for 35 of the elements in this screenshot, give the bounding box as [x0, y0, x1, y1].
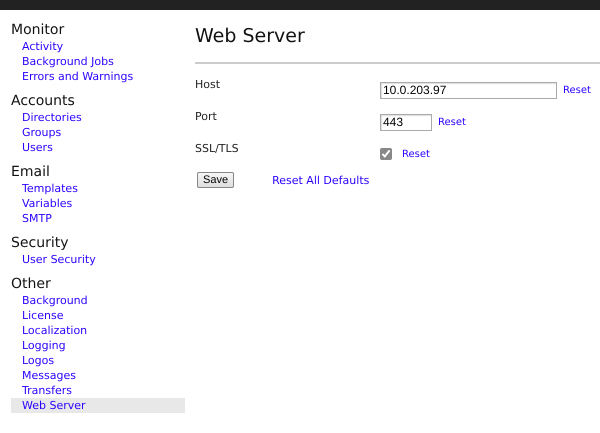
sidebar-item[interactable]: Logos [11, 353, 185, 368]
sidebar-item[interactable]: Groups [11, 125, 185, 140]
sidebar-heading: Monitor [11, 21, 66, 39]
reset-all-link[interactable]: Reset All Defaults [272, 174, 370, 186]
sidebar-item[interactable]: User Security [11, 252, 185, 267]
sidebar-heading: Security [11, 234, 70, 252]
sidebar-item[interactable]: Activity [11, 39, 185, 54]
field-label: SSL/TLS [195, 141, 240, 155]
field-label: Host [195, 77, 222, 91]
sidebar-heading: Email [11, 163, 51, 181]
sidebar-item[interactable]: Templates [11, 181, 185, 196]
sidebar-item[interactable]: Background Jobs [11, 54, 185, 69]
reset-link[interactable]: Reset [563, 84, 591, 96]
sidebar-item[interactable]: Messages [11, 368, 185, 383]
input-field[interactable]: 10.0.203.97 [380, 82, 557, 98]
reset-link[interactable]: Reset [402, 148, 430, 160]
sidebar-heading: Accounts [11, 92, 76, 110]
page-title: Web Server [195, 24, 306, 48]
checkbox[interactable] [380, 148, 392, 160]
sidebar-item[interactable]: Localization [11, 323, 185, 338]
sidebar-item[interactable]: Users [11, 140, 185, 155]
sidebar-item[interactable]: Transfers [11, 383, 185, 398]
sidebar-item[interactable]: Directories [11, 110, 185, 125]
sidebar-item[interactable]: Background [11, 293, 185, 308]
sidebar-item[interactable]: Web Server [11, 398, 185, 413]
sidebar-item[interactable]: Variables [11, 196, 185, 211]
sidebar-item[interactable]: Logging [11, 338, 185, 353]
field-label: Port [195, 109, 218, 123]
input-field[interactable]: 443 [380, 114, 432, 130]
sidebar-item[interactable]: Errors and Warnings [11, 69, 185, 84]
reset-link[interactable]: Reset [438, 116, 466, 128]
sidebar-item[interactable]: License [11, 308, 185, 323]
sidebar-heading: Other [11, 275, 52, 293]
sidebar-item[interactable]: SMTP [11, 211, 185, 226]
save-button[interactable]: Save [197, 172, 234, 188]
